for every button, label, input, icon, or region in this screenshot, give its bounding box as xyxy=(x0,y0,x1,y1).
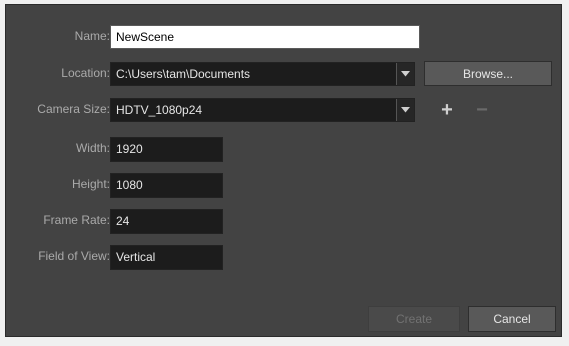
remove-camera-size-icon[interactable]: − xyxy=(472,100,492,120)
name-input[interactable]: NewScene xyxy=(110,25,420,49)
location-dropdown[interactable]: C:\Users\tam\Documents xyxy=(110,62,415,86)
location-label: Location: xyxy=(61,66,110,80)
name-label: Name: xyxy=(74,29,110,43)
width-input[interactable]: 1920 xyxy=(110,137,223,162)
cancel-button[interactable]: Cancel xyxy=(468,306,556,332)
chevron-down-icon[interactable] xyxy=(396,99,414,121)
height-label: Height: xyxy=(71,177,110,191)
camera-size-dropdown[interactable]: HDTV_1080p24 xyxy=(110,98,415,122)
create-button[interactable]: Create xyxy=(368,306,460,332)
frame-rate-input[interactable]: 24 xyxy=(110,209,223,234)
camera-size-label: Camera Size: xyxy=(37,102,110,116)
add-camera-size-icon[interactable]: + xyxy=(437,100,457,120)
field-of-view-label: Field of View: xyxy=(38,249,110,263)
frame-rate-label: Frame Rate: xyxy=(43,213,110,227)
height-input[interactable]: 1080 xyxy=(110,173,223,198)
field-of-view-input[interactable]: Vertical xyxy=(110,245,223,270)
new-scene-dialog: Name: NewScene Location: C:\Users\tam\Do… xyxy=(5,4,562,337)
camera-size-value: HDTV_1080p24 xyxy=(116,103,203,117)
width-label: Width: xyxy=(75,141,110,155)
chevron-down-icon[interactable] xyxy=(396,63,414,85)
location-value: C:\Users\tam\Documents xyxy=(116,67,251,81)
browse-button[interactable]: Browse... xyxy=(424,61,552,86)
